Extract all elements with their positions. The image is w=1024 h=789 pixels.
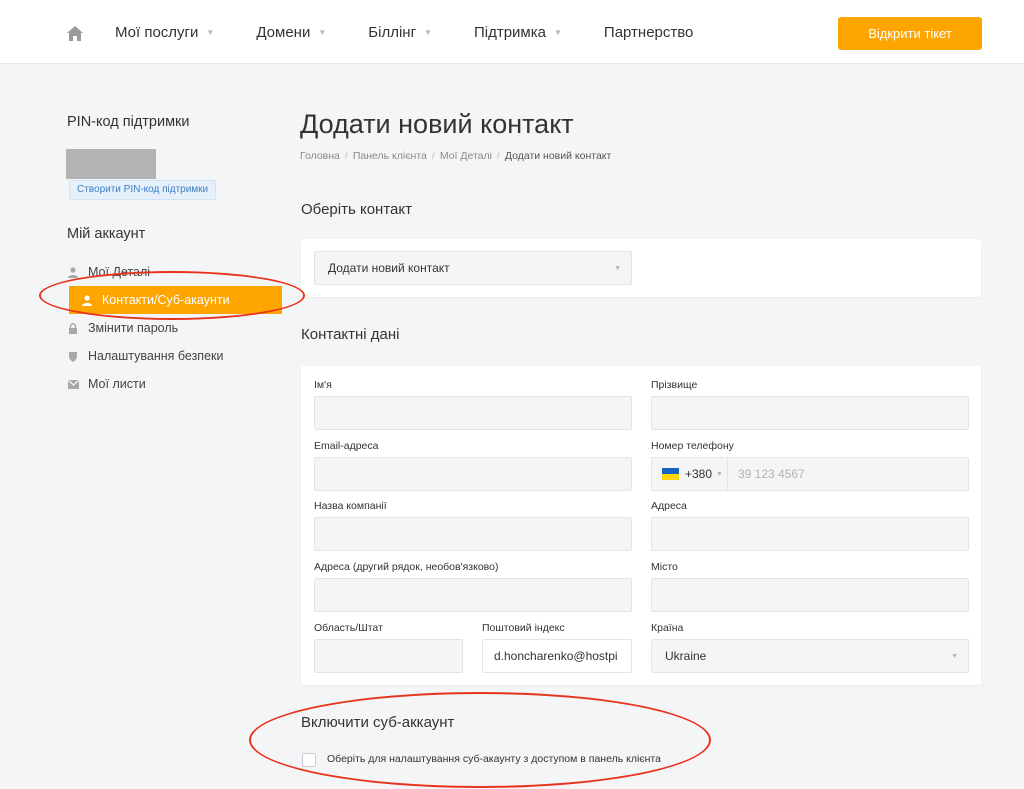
open-ticket-button[interactable]: Відкрити тікет (838, 17, 982, 50)
postcode-label: Поштовий індекс (482, 622, 565, 634)
sidebar-item-my-emails[interactable]: Мої листи (67, 370, 282, 398)
company-input[interactable] (314, 517, 632, 551)
nav-label: Мої послуги (115, 24, 199, 41)
envelope-icon (67, 378, 79, 390)
nav-my-services[interactable]: Мої послуги ▼ (115, 24, 214, 41)
chevron-down-icon: ▼ (206, 28, 215, 37)
sidebar-item-label: Мої листи (88, 377, 146, 391)
address2-label: Адреса (другий рядок, необов'язково) (314, 561, 499, 573)
main-nav: Мої послуги ▼ Домени ▼ Біллінг ▼ Підтрим… (115, 24, 693, 41)
city-input[interactable] (651, 578, 969, 612)
sidebar-item-contacts-subaccounts[interactable]: Контакти/Суб-акаунти (69, 286, 282, 314)
country-select[interactable]: Ukraine ▼ (651, 639, 969, 673)
sidebar-item-change-password[interactable]: Змінити пароль (67, 314, 282, 342)
city-label: Місто (651, 561, 678, 573)
sidebar-item-label: Налаштування безпеки (88, 349, 224, 363)
phone-country-code-select[interactable]: +380 ▼ (652, 458, 728, 490)
first-name-input[interactable] (314, 396, 632, 430)
pin-section-title: PIN-код підтримки (67, 114, 190, 130)
contact-details-title: Контактні дані (301, 326, 400, 343)
address-input[interactable] (651, 517, 969, 551)
sidebar-item-security-settings[interactable]: Налаштування безпеки (67, 342, 282, 370)
top-navigation-bar: Мої послуги ▼ Домени ▼ Біллінг ▼ Підтрим… (0, 0, 1024, 64)
shield-icon (67, 350, 79, 362)
sidebar-item-my-details[interactable]: Мої Деталі (67, 258, 282, 286)
contact-details-panel: Ім'я Прізвище Email-адреса Номер телефон… (301, 366, 981, 685)
sidebar-item-label: Мої Деталі (88, 265, 151, 279)
last-name-label: Прізвище (651, 379, 698, 391)
phone-field: +380 ▼ 39 123 4567 (651, 457, 969, 491)
chevron-down-icon: ▼ (716, 470, 723, 478)
breadcrumb-my-details[interactable]: Мої Деталі (440, 150, 492, 162)
chevron-down-icon: ▼ (424, 28, 432, 37)
chevron-down-icon: ▼ (553, 28, 562, 37)
address2-input[interactable] (314, 578, 632, 612)
account-menu: Мої Деталі Контакти/Суб-акаунти Змінити … (67, 258, 282, 398)
chevron-down-icon: ▼ (318, 28, 327, 37)
lock-icon (67, 322, 79, 334)
create-pin-button[interactable]: Створити PIN-код підтримки (69, 180, 217, 200)
chevron-down-icon: ▼ (951, 652, 958, 660)
nav-label: Підтримка (473, 24, 546, 41)
breadcrumb-current: Додати новий контакт (504, 150, 612, 162)
country-label: Країна (651, 622, 684, 634)
pin-code-redacted (66, 149, 156, 179)
home-icon[interactable] (67, 26, 83, 41)
nav-billing[interactable]: Біллінг ▼ (368, 24, 432, 41)
nav-partnership[interactable]: Партнерство (604, 24, 694, 41)
sidebar-item-label: Контакти/Суб-акаунти (102, 293, 230, 307)
email-label: Email-адреса (314, 440, 379, 452)
state-label: Область/Штат (314, 622, 383, 634)
country-select-value: Ukraine (665, 649, 707, 663)
breadcrumb: Головна / Панель клієнта / Мої Деталі / … (300, 150, 612, 162)
phone-code-value: +380 (685, 467, 713, 481)
nav-label: Біллінг (368, 24, 417, 41)
first-name-label: Ім'я (314, 379, 332, 391)
sidebar-item-label: Змінити пароль (88, 321, 179, 335)
breadcrumb-home[interactable]: Головна (300, 150, 340, 162)
contact-select-value: Додати новий контакт (328, 261, 450, 275)
user-icon (67, 266, 79, 278)
choose-contact-title: Оберіть контакт (301, 201, 412, 218)
contact-select[interactable]: Додати новий контакт ▼ (314, 251, 632, 285)
account-section-title: Мій аккаунт (67, 226, 146, 242)
nav-label: Партнерство (603, 24, 694, 41)
postcode-input[interactable]: d.honcharenko@hostpi (482, 639, 632, 673)
user-icon (81, 294, 93, 306)
address-label: Адреса (651, 500, 687, 512)
page-title: Додати новий контакт (300, 109, 574, 139)
ukraine-flag-icon (662, 468, 679, 480)
phone-number-input[interactable]: 39 123 4567 (738, 467, 805, 481)
annotation-oval-subaccount (249, 692, 711, 788)
subaccount-checkbox[interactable] (302, 753, 316, 767)
nav-domains[interactable]: Домени ▼ (256, 24, 326, 41)
breadcrumb-client-area[interactable]: Панель клієнта (353, 150, 427, 162)
last-name-input[interactable] (651, 396, 969, 430)
subaccount-title: Включити суб-аккаунт (301, 714, 455, 731)
state-input[interactable] (314, 639, 463, 673)
nav-support[interactable]: Підтримка ▼ (474, 24, 562, 41)
choose-contact-panel: Додати новий контакт ▼ (301, 239, 981, 297)
company-label: Назва компанії (314, 500, 387, 512)
phone-label: Номер телефону (651, 440, 734, 452)
subaccount-checkbox-label[interactable]: Оберіть для налаштування суб-акаунту з д… (327, 753, 661, 765)
email-field[interactable] (314, 457, 632, 491)
chevron-down-icon: ▼ (614, 264, 621, 272)
nav-label: Домени (256, 24, 311, 41)
